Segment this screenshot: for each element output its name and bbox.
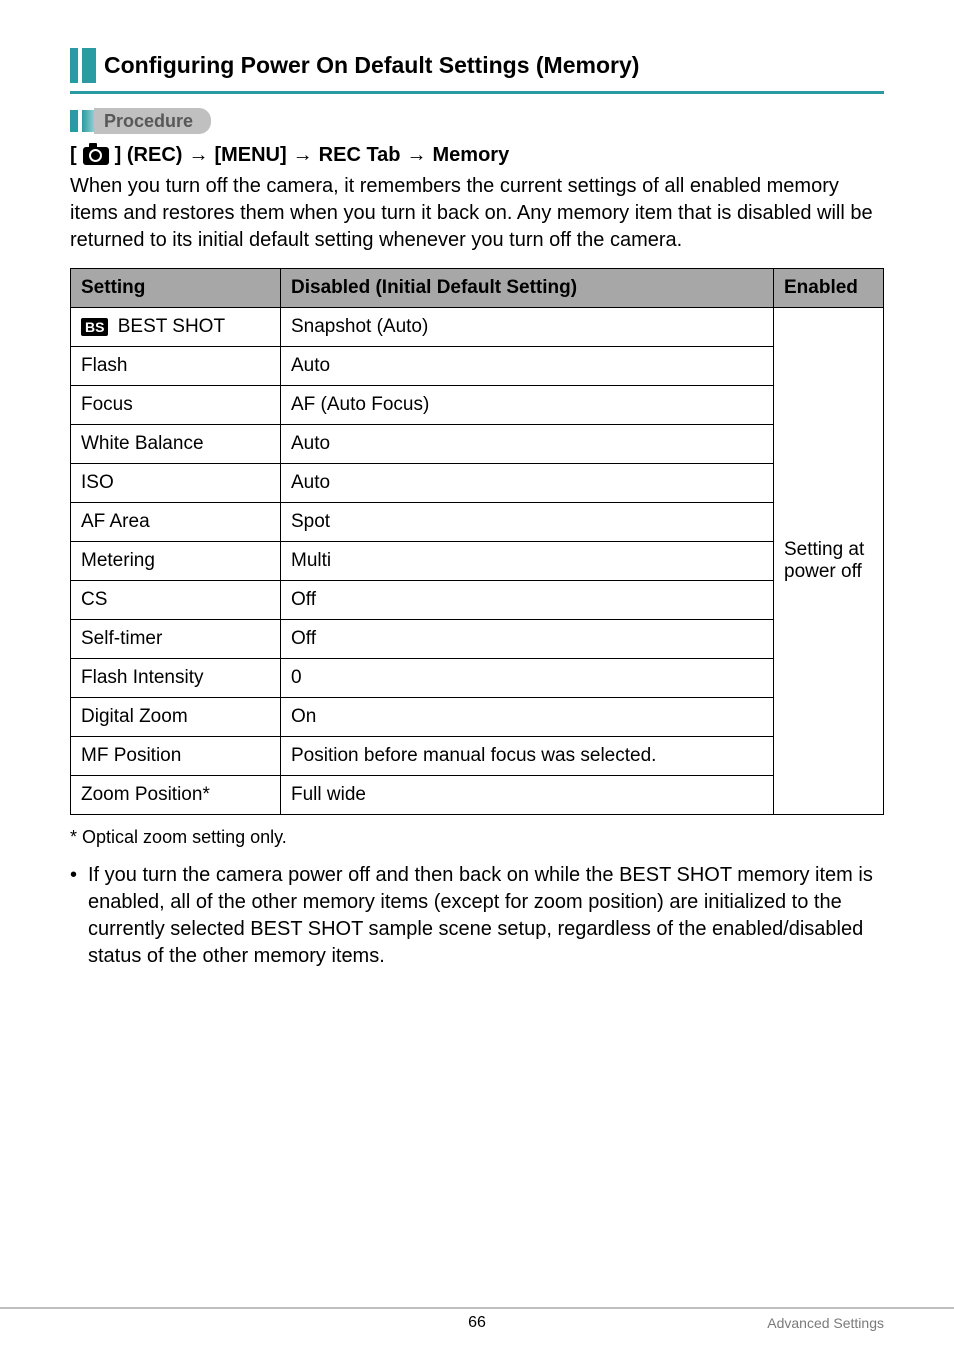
section-underline — [70, 91, 884, 94]
table-row: ISOAuto — [71, 464, 884, 503]
table-row: MeteringMulti — [71, 542, 884, 581]
bs-icon: BS — [81, 318, 108, 336]
cell-setting: Metering — [71, 542, 281, 581]
table-row: Zoom Position*Full wide — [71, 776, 884, 815]
cell-disabled: Auto — [281, 347, 774, 386]
cell-setting: Self-timer — [71, 620, 281, 659]
cell-setting: AF Area — [71, 503, 281, 542]
cell-setting: White Balance — [71, 425, 281, 464]
bullet-note: • If you turn the camera power off and t… — [70, 862, 884, 970]
accent-bar-thin-icon — [82, 48, 96, 83]
cell-setting: MF Position — [71, 737, 281, 776]
menu-path: [ ] (REC) → [MENU] → REC Tab → Memory — [70, 144, 884, 167]
path-rec-tab: REC Tab — [319, 144, 401, 167]
footnote: * Optical zoom setting only. — [70, 827, 884, 848]
col-header-setting: Setting — [71, 269, 281, 308]
cell-disabled: Snapshot (Auto) — [281, 308, 774, 347]
table-header-row: Setting Disabled (Initial Default Settin… — [71, 269, 884, 308]
procedure-heading: Procedure — [70, 108, 884, 134]
cell-setting: Flash — [71, 347, 281, 386]
cell-setting: BS BEST SHOT — [71, 308, 281, 347]
procedure-label: Procedure — [94, 108, 211, 134]
cell-disabled: Position before manual focus was selecte… — [281, 737, 774, 776]
page-footer: 66 Advanced Settings — [0, 1307, 954, 1331]
intro-paragraph: When you turn off the camera, it remembe… — [70, 173, 884, 254]
footnote-text: Optical zoom setting only. — [82, 827, 287, 847]
settings-table: Setting Disabled (Initial Default Settin… — [70, 268, 884, 815]
table-row: CSOff — [71, 581, 884, 620]
bullet-icon: • — [70, 862, 88, 970]
bullet-text: If you turn the camera power off and the… — [88, 862, 884, 970]
cell-setting: Focus — [71, 386, 281, 425]
cell-setting: CS — [71, 581, 281, 620]
path-menu: [MENU] — [214, 144, 286, 167]
path-memory: Memory — [433, 144, 510, 167]
cell-disabled: On — [281, 698, 774, 737]
table-row: AF AreaSpot — [71, 503, 884, 542]
table-row: FocusAF (Auto Focus) — [71, 386, 884, 425]
cell-disabled: Off — [281, 581, 774, 620]
camera-icon — [83, 147, 109, 165]
accent-gradient-icon — [82, 110, 94, 132]
section-header: Configuring Power On Default Settings (M… — [70, 48, 884, 83]
cell-setting: Zoom Position* — [71, 776, 281, 815]
table-row: White BalanceAuto — [71, 425, 884, 464]
page-number: 66 — [0, 1314, 954, 1332]
table-row: Digital ZoomOn — [71, 698, 884, 737]
cell-disabled: Auto — [281, 464, 774, 503]
cell-disabled: Full wide — [281, 776, 774, 815]
table-row: BS BEST SHOTSnapshot (Auto)Setting at po… — [71, 308, 884, 347]
cell-setting: Flash Intensity — [71, 659, 281, 698]
accent-bar-icon — [70, 48, 78, 83]
cell-disabled: Multi — [281, 542, 774, 581]
table-row: Flash Intensity0 — [71, 659, 884, 698]
cell-enabled: Setting at power off — [774, 308, 884, 815]
cell-setting-text: BEST SHOT — [112, 316, 225, 337]
page-title: Configuring Power On Default Settings (M… — [104, 48, 639, 83]
col-header-enabled: Enabled — [774, 269, 884, 308]
table-row: FlashAuto — [71, 347, 884, 386]
arrow-right-icon: → — [407, 144, 427, 167]
path-open-bracket: [ — [70, 144, 77, 167]
cell-disabled: Spot — [281, 503, 774, 542]
table-row: MF PositionPosition before manual focus … — [71, 737, 884, 776]
accent-bar-icon — [70, 110, 78, 132]
table-row: Self-timerOff — [71, 620, 884, 659]
arrow-right-icon: → — [188, 144, 208, 167]
cell-disabled: Off — [281, 620, 774, 659]
cell-disabled: AF (Auto Focus) — [281, 386, 774, 425]
cell-setting: Digital Zoom — [71, 698, 281, 737]
cell-setting: ISO — [71, 464, 281, 503]
path-rec: ] (REC) — [115, 144, 183, 167]
col-header-disabled: Disabled (Initial Default Setting) — [281, 269, 774, 308]
cell-disabled: Auto — [281, 425, 774, 464]
cell-disabled: 0 — [281, 659, 774, 698]
arrow-right-icon: → — [293, 144, 313, 167]
footnote-marker: * — [70, 827, 77, 847]
